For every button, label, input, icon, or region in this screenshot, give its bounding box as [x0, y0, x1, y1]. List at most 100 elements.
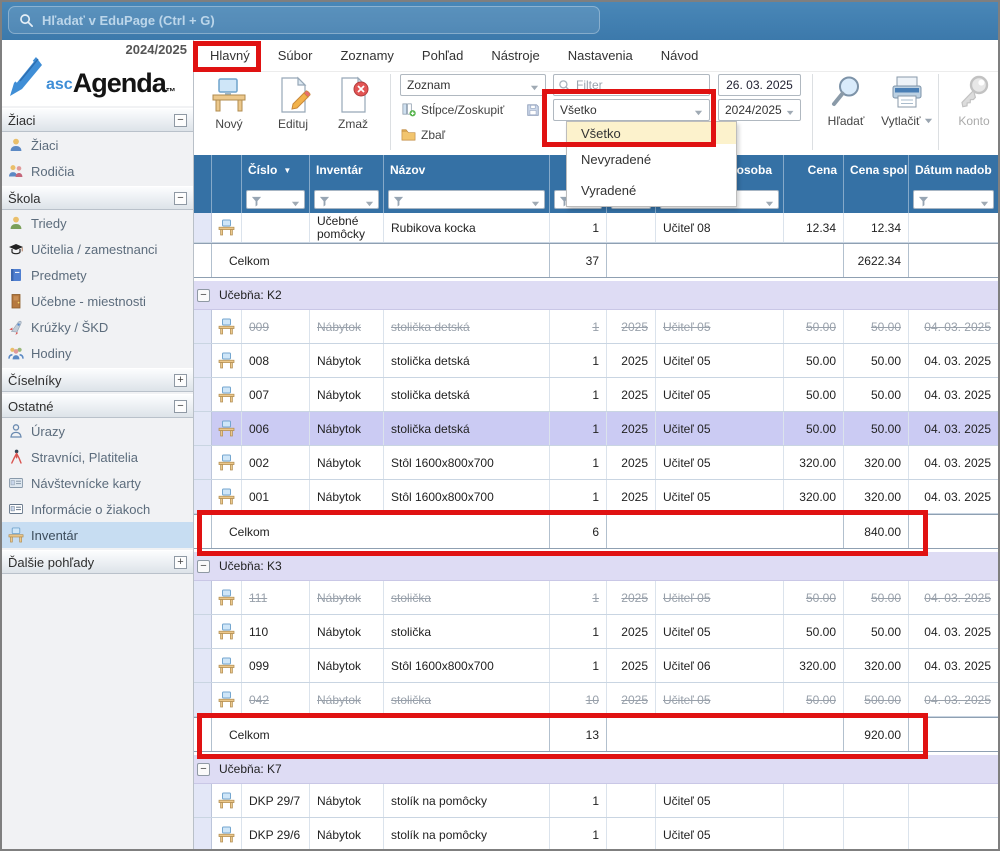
column-header-inventar[interactable]: Inventár [310, 155, 384, 185]
collapse-toggle-icon[interactable]: − [174, 114, 187, 127]
cell-cena_spolu: 50.00 [844, 412, 909, 445]
delete-button[interactable]: Zmaž [324, 76, 382, 131]
sidebar-item-ucitelia-zamestnanci[interactable]: Učitelia / zamestnanci [0, 236, 193, 262]
date-field[interactable]: 26. 03. 2025 [718, 74, 801, 96]
column-header-cena[interactable]: Cena [784, 155, 844, 185]
dropdown-option-nevyradene[interactable]: Nevyradené [567, 144, 736, 175]
collapse-toggle-icon[interactable]: − [174, 192, 187, 205]
sidebar-item-stravnici-platitelia[interactable]: Stravníci, Platitelia [0, 444, 193, 470]
menu-item-subor[interactable]: Súbor [264, 40, 327, 72]
sidebar-item-kruzky-skd[interactable]: Krúžky / ŠKD [0, 314, 193, 340]
edit-button[interactable]: Edituj [264, 76, 322, 131]
column-header-datum-nadob[interactable]: Dátum nadob [909, 155, 999, 185]
group-collapse-icon[interactable]: − [197, 560, 210, 573]
sidebar-section-ziaci[interactable]: Žiaci− [0, 108, 193, 132]
menu-item-zoznamy[interactable]: Zoznamy [326, 40, 407, 72]
new-button[interactable]: Nový [200, 76, 258, 131]
table-row[interactable]: 001NábytokStôl 1600x800x70012025Učiteľ 0… [194, 480, 1000, 514]
filter-cell [909, 185, 999, 213]
sidebar-item-inventar[interactable]: Inventár [0, 522, 193, 548]
cell-value: 12.34 [806, 221, 836, 235]
toolbar-separator [812, 74, 813, 150]
sidebar-item-predmety[interactable]: Predmety [0, 262, 193, 288]
year-dropdown[interactable]: 2024/2025 [718, 99, 801, 121]
branding: 2024/2025 ascAgenda™ [0, 40, 193, 106]
logo-prefix: asc [46, 76, 73, 94]
cell-cena_spolu [844, 784, 909, 817]
column-header-empty[interactable] [212, 155, 242, 185]
table-row[interactable]: Učebné pomôckyRubikova kocka1Učiteľ 0812… [194, 213, 1000, 243]
column-header-cena-spolu[interactable]: Cena spolu [844, 155, 909, 185]
cell-value: Nábytok [317, 422, 361, 436]
column-filter-cislo[interactable] [246, 190, 305, 209]
column-filter-inventar[interactable] [314, 190, 379, 209]
columns-group-button[interactable]: Stĺpce/Zoskupiť [401, 102, 504, 117]
table-row[interactable]: 007Nábytokstolička detská12025Učiteľ 055… [194, 378, 1000, 412]
group-collapse-icon[interactable]: − [197, 289, 210, 302]
save-icon[interactable] [526, 103, 540, 117]
cell-value: 50.00 [806, 388, 836, 402]
expand-toggle-icon[interactable]: + [174, 374, 187, 387]
table-row[interactable]: 002NábytokStôl 1600x800x70012025Učiteľ 0… [194, 446, 1000, 480]
edupage-search-input[interactable] [42, 13, 589, 28]
collapse-button[interactable]: Zbaľ [401, 127, 445, 142]
cell-cena_spolu: 320.00 [844, 446, 909, 479]
menu-item-hlavny[interactable]: Hlavný [196, 40, 264, 72]
menu-item-pohlad[interactable]: Pohľad [408, 40, 477, 72]
cell-cislo: 006 [242, 412, 310, 445]
sidebar-section-skola[interactable]: Škola− [0, 186, 193, 210]
row-gutter [194, 446, 212, 479]
search-button[interactable]: Hľadať [818, 74, 874, 128]
table-row[interactable]: 111Nábytokstolička12025Učiteľ 0550.0050.… [194, 581, 1000, 615]
table-row[interactable]: 110Nábytokstolička12025Učiteľ 0550.0050.… [194, 615, 1000, 649]
group-collapse-icon[interactable]: − [197, 763, 210, 776]
table-row[interactable]: 099NábytokStôl 1600x800x70012025Učiteľ 0… [194, 649, 1000, 683]
cell-value: 2025 [621, 490, 648, 504]
list-dropdown[interactable]: Zoznam [400, 74, 546, 96]
chevron-down-icon[interactable] [924, 116, 933, 125]
table-row[interactable]: DKP 29/6Nábytokstolík na pomôcky1Učiteľ … [194, 818, 1000, 851]
table-row[interactable]: 008Nábytokstolička detská12025Učiteľ 055… [194, 344, 1000, 378]
sidebar-item-ucebne-miestnosti[interactable]: Učebne - miestnosti [0, 288, 193, 314]
filter-input[interactable] [553, 74, 710, 96]
status-dropdown-menu: VšetkoNevyradenéVyradené [566, 121, 737, 207]
print-button[interactable]: Vytlačiť [876, 74, 938, 128]
sidebar-item-triedy[interactable]: Triedy [0, 210, 193, 236]
group-total-row: Celkom6840.00 [194, 514, 1000, 549]
table-row[interactable]: DKP 29/7Nábytokstolík na pomôcky1Učiteľ … [194, 784, 1000, 818]
table-row[interactable]: 042Nábytokstolička102025Učiteľ 0550.0050… [194, 683, 1000, 717]
sidebar-item-informacie-o-ziakoch[interactable]: Informácie o žiakoch [0, 496, 193, 522]
sidebar-item-urazy[interactable]: Úrazy [0, 418, 193, 444]
menu-item-nastavenia[interactable]: Nastavenia [554, 40, 647, 72]
menu-item-nastroje[interactable]: Nástroje [477, 40, 553, 72]
status-dropdown[interactable]: Všetko [553, 99, 710, 121]
column-filter-nazov[interactable] [388, 190, 545, 209]
sidebar-section-ciselniky[interactable]: Číselníky+ [0, 368, 193, 392]
menu-item-navod[interactable]: Návod [647, 40, 713, 72]
caret-icon [365, 195, 374, 204]
expand-toggle-icon[interactable]: + [174, 556, 187, 569]
sidebar-item-navstevnicke-karty[interactable]: Návštevnícke karty [0, 470, 193, 496]
table-row[interactable]: 009Nábytokstolička detská12025Učiteľ 055… [194, 310, 1000, 344]
cell-value: 50.00 [871, 422, 901, 436]
total-sum: 840.00 [844, 515, 909, 548]
edupage-search[interactable] [8, 6, 600, 34]
column-filter-datum-nadob[interactable] [913, 190, 994, 209]
sidebar-section-ostatne[interactable]: Ostatné− [0, 394, 193, 418]
column-header-cislo[interactable]: Číslo▼ [242, 155, 310, 185]
sidebar-item-ziaci[interactable]: Žiaci [0, 132, 193, 158]
column-header-nazov[interactable]: Názov [384, 155, 550, 185]
sidebar-section-dalsie-pohlady[interactable]: Ďalšie pohľady+ [0, 550, 193, 574]
table-row[interactable]: 006Nábytokstolička detská12025Učiteľ 055… [194, 412, 1000, 446]
column-header-empty[interactable] [194, 155, 212, 185]
sidebar-item-rodicia[interactable]: Rodičia [0, 158, 193, 184]
filter-cell [242, 185, 310, 213]
account-button[interactable]: Konto [946, 74, 1000, 128]
collapse-toggle-icon[interactable]: − [174, 400, 187, 413]
cell-osoba: Učiteľ 05 [656, 412, 784, 445]
sidebar-item-hodiny[interactable]: Hodiny [0, 340, 193, 366]
row-icon-cell [212, 480, 242, 513]
cell-value: Učiteľ 05 [663, 388, 711, 402]
dropdown-option-vsetko[interactable]: Všetko [567, 122, 736, 144]
dropdown-option-vyradene[interactable]: Vyradené [567, 175, 736, 206]
